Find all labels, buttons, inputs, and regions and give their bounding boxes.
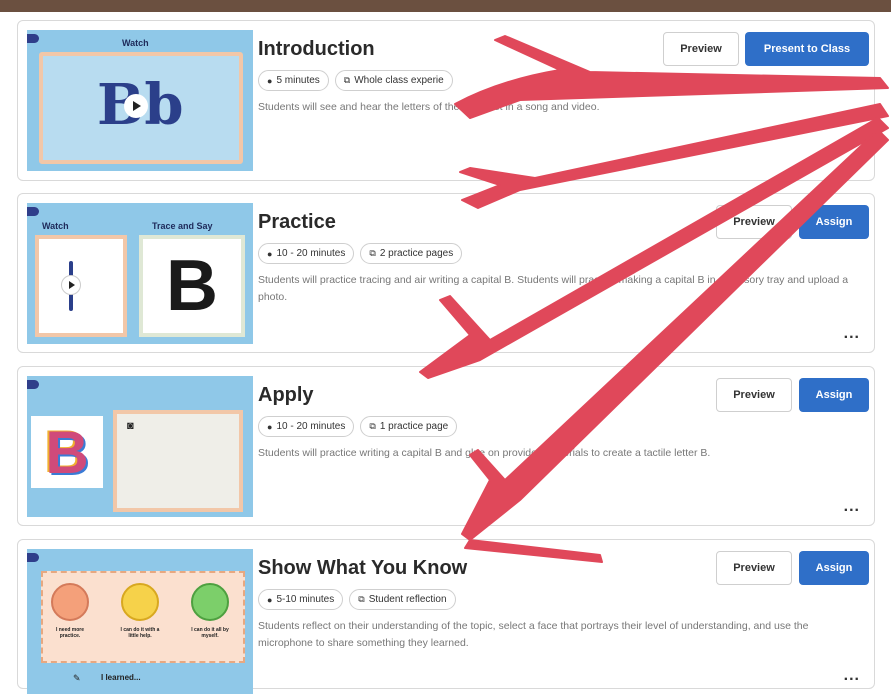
lesson-card-show-what-you-know: I need more practice. I can do it with a…: [17, 539, 875, 694]
lesson-thumbnail[interactable]: I need more practice. I can do it with a…: [27, 549, 253, 694]
preview-button[interactable]: Preview: [716, 378, 792, 412]
face-happy-icon[interactable]: [121, 583, 159, 621]
chip-row: ● 5-10 minutes ⧉ Student reflection: [258, 589, 456, 610]
letter-b: B: [166, 246, 218, 326]
clock-icon: ●: [267, 248, 273, 259]
duration-chip: ● 10 - 20 minutes: [258, 243, 355, 264]
lesson-card-introduction: Watch Bb Introduction ●5 minutes ⧉Whole …: [17, 20, 875, 181]
duration-chip: ● 5-10 minutes: [258, 589, 344, 610]
card-description: Students reflect on their understanding …: [258, 620, 809, 649]
more-options-icon[interactable]: ...: [844, 325, 860, 343]
clock-icon: ●: [267, 421, 273, 432]
photo-panel: ◙: [113, 410, 243, 512]
card-title: Introduction: [258, 38, 375, 60]
type-chip: ⧉ 2 practice pages: [360, 243, 463, 264]
type-chip: ⧉ 1 practice page: [360, 416, 458, 437]
logo-icon: [27, 34, 39, 43]
pencil-icon: ✎: [73, 673, 81, 683]
play-icon[interactable]: [124, 94, 148, 118]
face-label-1: I need more practice.: [55, 627, 85, 639]
card-title: Show What You Know: [258, 557, 468, 579]
card-title: Apply: [258, 384, 314, 406]
trace-panel: B: [139, 235, 245, 337]
thumb-label-trace: Trace and Say: [152, 221, 213, 231]
letter-panel: B: [31, 416, 103, 488]
duration-chip: ● 10 - 20 minutes: [258, 416, 355, 437]
preview-button[interactable]: Preview: [716, 551, 792, 585]
pages-icon: ⧉: [343, 75, 351, 85]
camera-icon[interactable]: ◙: [127, 420, 134, 432]
play-icon[interactable]: [61, 275, 81, 295]
assign-button[interactable]: Assign: [799, 551, 869, 585]
thumb-label-watch: Watch: [122, 38, 149, 48]
lesson-card-apply: B ◙ Apply ● 10 - 20 minutes ⧉ 1 practice p…: [17, 366, 875, 526]
present-to-class-button[interactable]: Present to Class: [745, 32, 869, 66]
card-description: Students will see and hear the letters o…: [258, 101, 600, 113]
logo-icon: [27, 553, 39, 562]
watch-panel: [35, 235, 127, 337]
assign-button[interactable]: Assign: [799, 378, 869, 412]
chip-row: ● 10 - 20 minutes ⧉ 2 practice pages: [258, 243, 463, 264]
chip-row: ● 5 minutes ⧉ Whole class experie: [258, 70, 453, 91]
more-options-icon[interactable]: ...: [844, 667, 860, 685]
pages-icon: ⧉: [358, 594, 365, 604]
preview-button[interactable]: Preview: [716, 205, 792, 239]
card-description: Students will practice tracing and air w…: [258, 274, 849, 303]
lesson-thumbnail[interactable]: Watch Bb: [27, 30, 253, 171]
type-chip: ⧉ Student reflection: [349, 589, 456, 610]
face-sad-icon[interactable]: [51, 583, 89, 621]
thumb-label-watch: Watch: [42, 221, 69, 231]
pages-icon: ⧉: [369, 421, 376, 431]
card-description: Students will practice writing a capital…: [258, 447, 711, 459]
duration-chip: ● 5 minutes: [258, 70, 329, 91]
learned-label: I learned...: [101, 673, 141, 682]
face-label-3: I can do it all by myself.: [191, 627, 229, 639]
chip-row: ● 10 - 20 minutes ⧉ 1 practice page: [258, 416, 458, 437]
preview-button[interactable]: Preview: [663, 32, 739, 66]
face-star-icon[interactable]: [191, 583, 229, 621]
clock-icon: ●: [267, 594, 273, 605]
face-label-2: I can do it with a little help.: [120, 627, 160, 639]
logo-icon: [27, 207, 39, 216]
logo-icon: [27, 380, 39, 389]
assign-button[interactable]: Assign: [799, 205, 869, 239]
more-options-icon[interactable]: ...: [844, 498, 860, 516]
pages-icon: ⧉: [369, 248, 376, 258]
more-options-icon[interactable]: ...: [844, 153, 860, 171]
clock-icon: ●: [267, 75, 273, 86]
top-bar: [0, 0, 891, 12]
lesson-thumbnail[interactable]: B ◙: [27, 376, 253, 517]
lesson-thumbnail[interactable]: Watch Trace and Say B: [27, 203, 253, 344]
card-title: Practice: [258, 211, 336, 233]
lesson-card-practice: Watch Trace and Say B Practice ● 10 - 20 …: [17, 193, 875, 353]
tactile-letter-b: B: [45, 418, 89, 486]
type-chip: ⧉ Whole class experie: [334, 70, 453, 91]
